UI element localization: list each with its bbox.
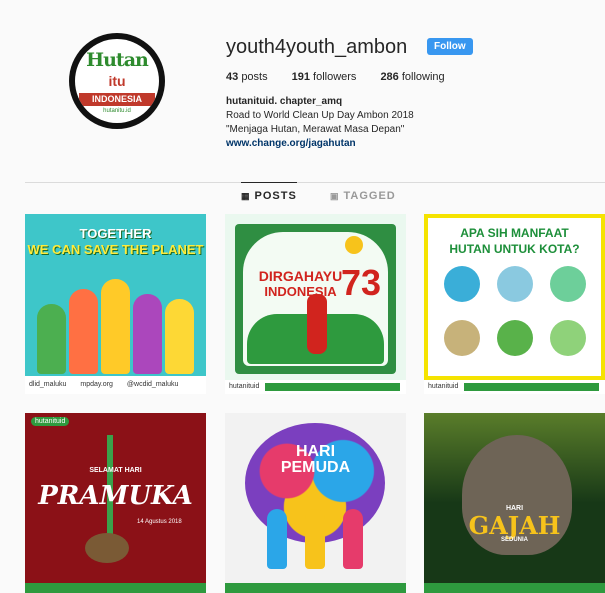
followers-label: followers (313, 71, 357, 83)
tab-tagged[interactable]: ▣ TAGGED (330, 190, 396, 202)
profile-stats: 43 posts 191 followers 286 following (226, 71, 445, 83)
post-footer-text: mpday.org (80, 381, 113, 388)
building-icon (496, 320, 533, 356)
post-date: 14 Agustus 2018 (137, 519, 182, 525)
following-label: following (401, 71, 445, 83)
post-footer: hutanituid (424, 380, 605, 394)
post-footer-text: dlid_maluku (29, 381, 67, 388)
post-caption: HUTAN UNTUK KOTA? (449, 242, 580, 256)
post-thumbnail[interactable]: DIRGAHAYU INDONESIA 73 hutanituid (225, 214, 406, 394)
post-footer-text: hutanituid (428, 383, 459, 390)
follow-button[interactable]: Follow (427, 38, 473, 55)
bio-line: "Menjaga Hutan, Merawat Masa Depan" (226, 124, 405, 135)
followers-count: 191 (291, 71, 310, 83)
soil-icon (443, 320, 480, 356)
person-illustration (305, 509, 325, 569)
post-caption: GAJAH (468, 511, 561, 540)
park-icon (549, 320, 586, 356)
profile-username: youth4youth_ambon (226, 36, 408, 58)
post-caption: APA SIH MANFAAT (460, 226, 569, 240)
bio-line: Road to World Clean Up Day Ambon 2018 (226, 110, 414, 121)
followers-count-stat[interactable]: 191 followers (292, 71, 357, 83)
avatar-logo: Hutan itu INDONESIA hutanitu.id (75, 39, 159, 123)
post-caption: TOGETHER (79, 226, 152, 241)
post-thumbnail[interactable]: APA SIH MANFAAT HUTAN UNTUK KOTA? hutani… (424, 214, 605, 394)
post-caption: SEDUNIA (500, 537, 528, 543)
post-caption: SELAMAT HARI (89, 467, 142, 474)
post-caption: PRAMUKA (38, 481, 193, 511)
post-thumbnail[interactable]: HARI PEMUDA (225, 413, 406, 593)
tab-tagged-label: TAGGED (343, 190, 396, 202)
posts-label: posts (241, 71, 268, 83)
hand-illustration (307, 294, 327, 354)
avatar-logo-text: itu (108, 73, 126, 89)
footer-bar (464, 383, 599, 391)
avatar-logo-text: Hutan (86, 49, 149, 71)
posts-count-stat[interactable]: 43 posts (226, 71, 268, 83)
benefit-icons (440, 266, 589, 356)
tag-icon: ▣ (330, 190, 340, 201)
post-footer-text: @wcdid_maluku (126, 381, 179, 388)
profile-bio: hutanituid. chapter_amq Road to World Cl… (226, 95, 414, 151)
post-footer: dlid_maluku mpday.org @wcdid_maluku (25, 376, 206, 394)
avatar-logo-url: hutanitu.id (103, 108, 131, 114)
avatar-logo-banner: INDONESIA (79, 93, 155, 106)
person-illustration (343, 509, 363, 569)
person-illustration (267, 509, 287, 569)
footer-bar (265, 383, 400, 391)
tab-posts-label: POSTS (254, 190, 297, 202)
anniversary-number: 73 (341, 262, 382, 303)
globe-icon (549, 266, 586, 302)
post-tag: hutanituid (31, 417, 70, 426)
profile-avatar[interactable]: Hutan itu INDONESIA hutanitu.id (69, 33, 165, 129)
city-icon (496, 266, 533, 302)
sun-icon (345, 236, 363, 254)
following-count-stat[interactable]: 286 following (380, 71, 444, 83)
post-thumbnail[interactable]: TOGETHER WE CAN SAVE THE PLANET dlid_mal… (25, 214, 206, 394)
posts-count: 43 (226, 71, 239, 83)
water-icon (443, 266, 480, 302)
seed-illustration (85, 533, 129, 563)
post-thumbnail[interactable]: hutanituid SELAMAT HARI PRAMUKA 14 Agust… (25, 413, 206, 593)
post-footer: hutanituid (225, 380, 406, 394)
tab-posts[interactable]: ▦ POSTS (241, 182, 297, 202)
following-count: 286 (380, 71, 399, 83)
kids-illustration (37, 264, 194, 374)
grid-icon: ▦ (241, 190, 251, 201)
post-caption: WE CAN SAVE THE PLANET (27, 242, 204, 257)
post-caption: PEMUDA (280, 459, 351, 476)
post-thumbnail[interactable]: HARI GAJAH SEDUNIA (424, 413, 605, 593)
post-footer-text: hutanituid (229, 383, 260, 390)
bio-name: hutanituid. chapter_amq (226, 96, 343, 107)
tabs-divider (25, 182, 605, 183)
bio-link[interactable]: www.change.org/jagahutan (226, 137, 414, 151)
